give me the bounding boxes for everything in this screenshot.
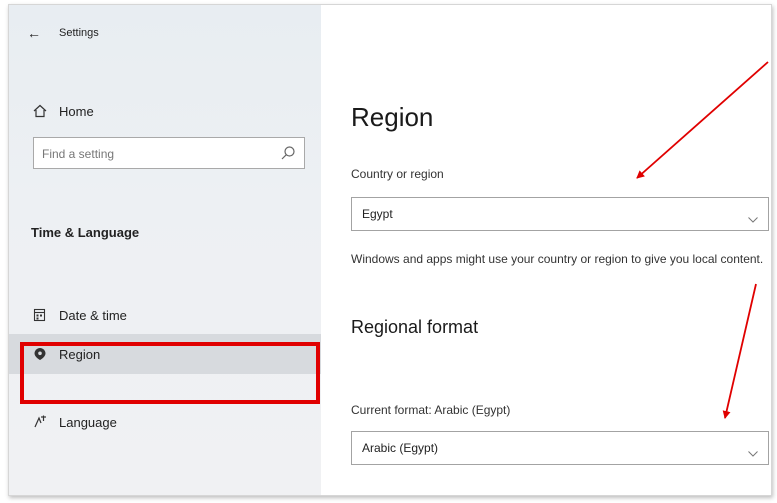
country-value: Egypt	[362, 207, 393, 221]
chevron-down-icon	[748, 210, 758, 223]
section-heading: Time & Language	[31, 225, 140, 240]
globe-icon	[33, 347, 47, 361]
regional-format-value: Arabic (Egypt)	[362, 441, 439, 455]
language-icon	[33, 415, 47, 429]
search-icon[interactable]	[280, 145, 296, 161]
calendar-clock-icon	[33, 308, 47, 322]
window-title: Settings	[59, 27, 99, 39]
sidebar-item-home[interactable]: Home	[9, 91, 321, 131]
regional-format-dropdown[interactable]: Arabic (Egypt)	[351, 431, 769, 465]
search-box[interactable]	[33, 137, 305, 170]
main-pane: Region Country or region Egypt Windows a…	[321, 5, 771, 495]
back-arrow-icon[interactable]: ←	[27, 25, 41, 41]
sidebar-item-label: Home	[59, 103, 94, 119]
country-label: Country or region	[351, 167, 444, 181]
country-description: Windows and apps might use your country …	[351, 252, 764, 266]
sidebar-item-date-time[interactable]: Date & time	[9, 295, 321, 335]
current-format-label: Current format: Arabic (Egypt)	[351, 403, 511, 417]
chevron-down-icon	[748, 444, 758, 457]
titlebar: ← Settings	[27, 25, 99, 41]
sidebar: ← Settings Home Time & Language Date & t…	[9, 5, 321, 495]
sidebar-item-label: Language	[59, 414, 117, 430]
country-dropdown[interactable]: Egypt	[351, 197, 769, 231]
page-title: Region	[351, 102, 434, 133]
search-input[interactable]	[34, 138, 274, 170]
home-icon	[33, 104, 47, 118]
sidebar-item-language[interactable]: Language	[9, 402, 321, 442]
sidebar-item-label: Region	[59, 346, 101, 362]
regional-format-heading: Regional format	[351, 317, 479, 337]
sidebar-item-label: Date & time	[59, 307, 127, 323]
sidebar-item-region[interactable]: Region	[9, 334, 321, 374]
settings-window: ← Settings Home Time & Language Date & t…	[8, 4, 772, 496]
